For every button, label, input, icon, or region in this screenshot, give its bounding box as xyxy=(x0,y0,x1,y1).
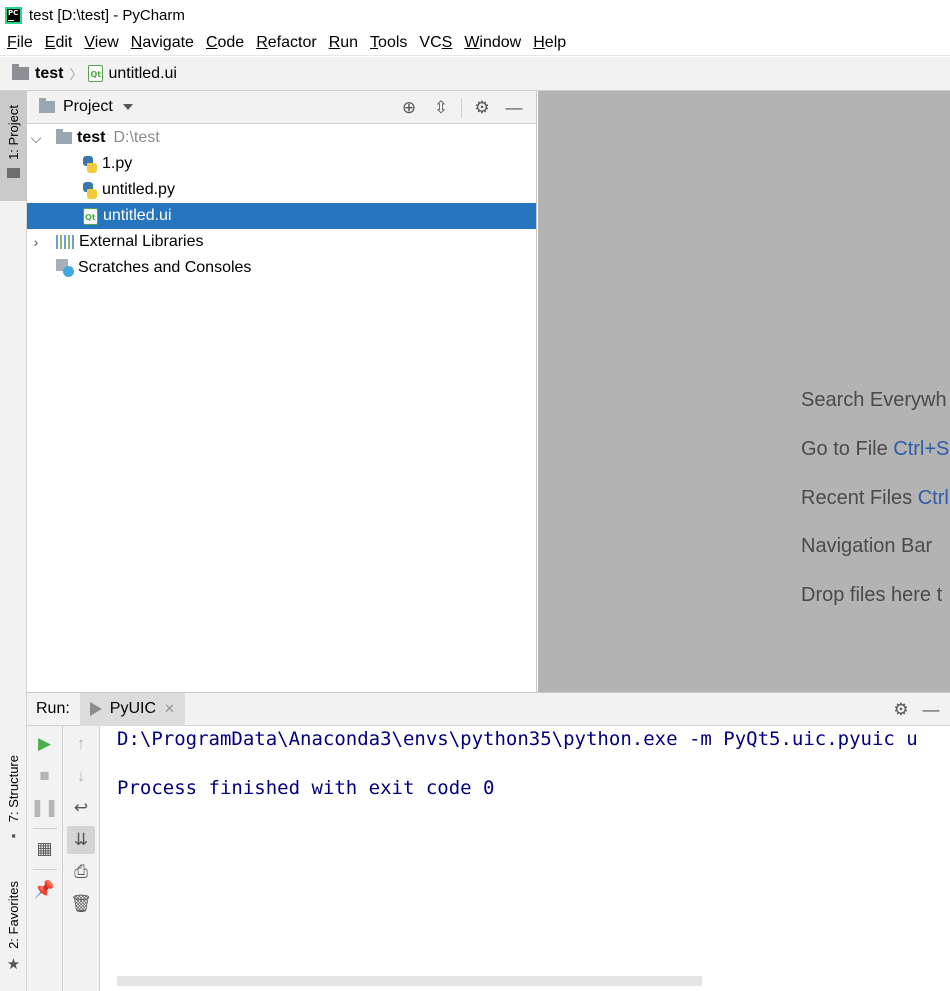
tree-item-scratches[interactable]: Scratches and Consoles xyxy=(27,255,536,281)
folder-icon xyxy=(39,98,55,113)
menu-run[interactable]: Run xyxy=(323,30,364,56)
pin-icon[interactable]: 📌 xyxy=(31,876,59,904)
tree-item-label: External Libraries xyxy=(79,233,204,250)
structure-icon: ▪ xyxy=(11,828,16,844)
qt-file-icon xyxy=(88,65,104,82)
pause-icon[interactable]: ❚❚ xyxy=(30,794,59,822)
folder-icon xyxy=(12,64,29,80)
layout-icon[interactable]: ▦ xyxy=(31,835,59,863)
tree-item-label: 1.py xyxy=(102,155,133,172)
python-file-icon xyxy=(83,181,97,199)
minimize-icon[interactable]: — xyxy=(498,91,530,124)
hint-go-to-file: Go to File Ctrl+S xyxy=(801,438,950,460)
menu-view[interactable]: View xyxy=(78,30,124,56)
tree-root-path: D:\test xyxy=(113,129,160,146)
console-line-exit: Process finished with exit code 0 xyxy=(117,777,495,799)
favorites-tool-tab[interactable]: 2: Favorites ★ xyxy=(0,881,27,981)
run-toolbar-primary: ▶ ■ ❚❚ ▦ 📌 xyxy=(27,726,63,991)
python-file-icon xyxy=(83,155,97,173)
favorites-tool-tab-label: 2: Favorites xyxy=(6,881,21,949)
arrow-down-icon[interactable]: ↓ xyxy=(67,762,95,790)
horizontal-scrollbar[interactable] xyxy=(117,976,702,986)
project-tool-tab-label: 1: Project xyxy=(6,105,21,160)
trash-icon[interactable]: 🗑 xyxy=(67,890,95,918)
console-line-command: D:\ProgramData\Anaconda3\envs\python35\p… xyxy=(117,728,918,750)
console-output[interactable]: D:\ProgramData\Anaconda3\envs\python35\p… xyxy=(100,726,950,991)
project-panel-tools: ⊕ ⇳ ⚙ — xyxy=(393,91,530,124)
menu-navigate[interactable]: Navigate xyxy=(125,30,200,56)
close-icon[interactable]: ✕ xyxy=(164,701,175,717)
scratches-icon xyxy=(56,259,74,277)
toolbar-divider xyxy=(32,869,57,870)
menu-vcs[interactable]: VCS xyxy=(413,30,458,56)
qt-file-icon xyxy=(83,207,98,225)
menu-refactor[interactable]: Refactor xyxy=(250,30,322,56)
chevron-down-icon[interactable]: ⌵ xyxy=(30,130,42,146)
arrow-up-icon[interactable]: ↑ xyxy=(67,730,95,758)
tree-item-file[interactable]: untitled.py xyxy=(27,177,536,203)
hint-search-everywhere: Search Everywh xyxy=(801,389,947,411)
project-panel: Project ⊕ ⇳ ⚙ — ⌵ test D:\test 1.py unti… xyxy=(27,91,537,692)
project-tool-tab[interactable]: 1: Project xyxy=(0,91,27,201)
menu-window[interactable]: Window xyxy=(458,30,527,56)
project-tree: ⌵ test D:\test 1.py untitled.py untitled… xyxy=(27,125,536,281)
project-panel-header: Project ⊕ ⇳ ⚙ — xyxy=(27,91,536,124)
run-config-icon xyxy=(89,702,102,716)
menu-help[interactable]: Help xyxy=(527,30,572,56)
run-panel: Run: PyUIC ✕ ⚙ — ▶ ■ ❚❚ ▦ 📌 ↑ ↓ ↩ ⇊ ⎙ 🗑 … xyxy=(27,692,950,991)
title-bar: PC test [D:\test] - PyCharm xyxy=(0,0,950,30)
left-tool-strip: 1: Project 7: Structure ▪ 2: Favorites ★ xyxy=(0,91,27,991)
rerun-icon[interactable]: ▶ xyxy=(31,730,59,758)
menu-code[interactable]: Code xyxy=(200,30,250,56)
gear-icon[interactable]: ⚙ xyxy=(886,700,916,720)
locate-icon[interactable]: ⊕ xyxy=(393,91,425,124)
chevron-down-icon[interactable] xyxy=(122,104,133,110)
collapse-all-icon[interactable]: ⇳ xyxy=(425,91,457,124)
print-icon[interactable]: ⎙ xyxy=(67,858,95,886)
toolbar-divider xyxy=(32,828,57,829)
tree-item-root[interactable]: ⌵ test D:\test xyxy=(27,125,536,151)
editor-empty-area: Search Everywh Go to File Ctrl+S Recent … xyxy=(538,91,950,692)
tree-item-file-selected[interactable]: untitled.ui xyxy=(27,203,536,229)
soft-wrap-icon[interactable]: ↩ xyxy=(67,794,95,822)
tree-item-label: untitled.py xyxy=(102,181,175,198)
hint-drop-files: Drop files here t xyxy=(801,584,943,606)
menu-edit[interactable]: Edit xyxy=(39,30,79,56)
hint-navigation-bar: Navigation Bar xyxy=(801,535,933,557)
folder-icon xyxy=(56,129,72,144)
menu-file[interactable]: File xyxy=(1,30,39,56)
navigation-bar: test 〉 untitled.ui xyxy=(0,57,950,91)
gear-icon[interactable]: ⚙ xyxy=(466,91,498,124)
minimize-icon[interactable]: — xyxy=(916,700,946,720)
run-toolbar-secondary: ↑ ↓ ↩ ⇊ ⎙ 🗑 xyxy=(63,726,100,991)
run-tab-label: PyUIC xyxy=(109,700,157,717)
chevron-right-icon[interactable]: › xyxy=(30,234,42,250)
breadcrumb-separator-icon: 〉 xyxy=(69,67,83,82)
hint-recent-files: Recent Files Ctrl xyxy=(801,487,949,509)
breadcrumb-file[interactable]: untitled.ui xyxy=(108,65,177,83)
breadcrumb-project[interactable]: test xyxy=(35,65,63,83)
run-panel-tools: ⚙ — xyxy=(886,693,946,726)
pycharm-logo-icon: PC xyxy=(5,6,22,24)
tree-item-label: untitled.ui xyxy=(103,207,172,224)
scroll-to-end-icon[interactable]: ⇊ xyxy=(67,826,95,854)
folder-icon xyxy=(7,167,20,178)
run-tab-pyuic[interactable]: PyUIC ✕ xyxy=(79,692,185,726)
structure-tool-tab[interactable]: 7: Structure ▪ xyxy=(0,755,27,855)
tree-root-name: test xyxy=(77,129,106,146)
libraries-icon xyxy=(56,235,74,249)
tree-item-file[interactable]: 1.py xyxy=(27,151,536,177)
structure-tool-tab-label: 7: Structure xyxy=(6,755,21,823)
run-panel-header: Run: PyUIC ✕ ⚙ — xyxy=(27,692,950,726)
stop-icon[interactable]: ■ xyxy=(31,762,59,790)
window-title: test [D:\test] - PyCharm xyxy=(29,6,185,24)
menu-bar: File Edit View Navigate Code Refactor Ru… xyxy=(0,30,950,56)
project-view-selector[interactable]: Project xyxy=(63,98,113,116)
star-icon: ★ xyxy=(6,955,21,973)
tree-item-label: Scratches and Consoles xyxy=(78,259,252,276)
run-label: Run: xyxy=(36,700,70,717)
menu-tools[interactable]: Tools xyxy=(364,30,413,56)
toolbar-divider xyxy=(461,97,462,118)
tree-item-external-libraries[interactable]: › External Libraries xyxy=(27,229,536,255)
